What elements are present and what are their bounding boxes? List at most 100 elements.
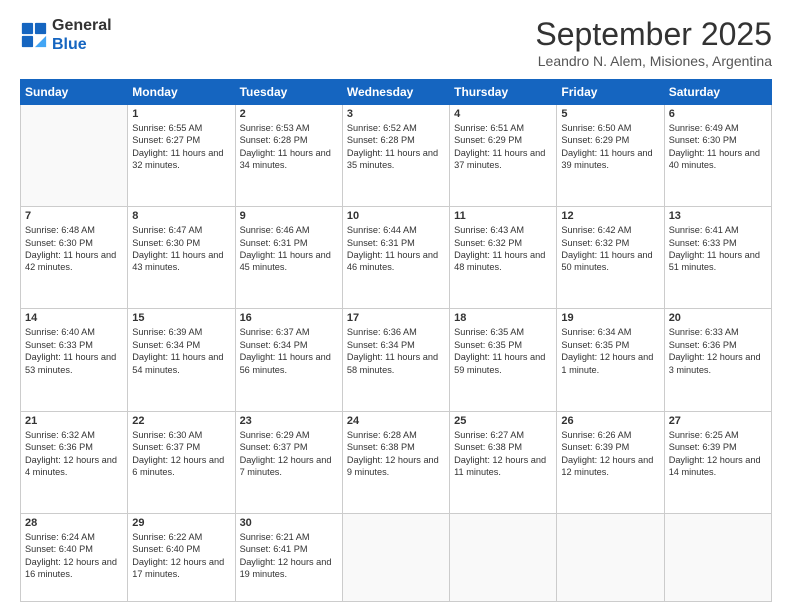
table-row: 30 Sunrise: 6:21 AMSunset: 6:41 PMDayligh…: [235, 513, 342, 601]
col-friday: Friday: [557, 80, 664, 105]
cell-info: Sunrise: 6:40 AMSunset: 6:33 PMDaylight:…: [25, 326, 123, 376]
table-row: [342, 513, 449, 601]
table-row: 4Sunrise: 6:51 AMSunset: 6:29 PMDaylight…: [450, 105, 557, 207]
table-row: 13Sunrise: 6:41 AMSunset: 6:33 PMDayligh…: [664, 207, 771, 309]
cell-info: Sunrise: 6:26 AMSunset: 6:39 PMDaylight:…: [561, 429, 659, 479]
cell-info: Sunrise: 6:30 AMSunset: 6:37 PMDaylight:…: [132, 429, 230, 479]
table-row: 12Sunrise: 6:42 AMSunset: 6:32 PMDayligh…: [557, 207, 664, 309]
table-row: [664, 513, 771, 601]
col-sunday: Sunday: [21, 80, 128, 105]
col-wednesday: Wednesday: [342, 80, 449, 105]
cell-info: Sunrise: 6:49 AMSunset: 6:30 PMDaylight:…: [669, 122, 767, 172]
table-row: [21, 105, 128, 207]
calendar-header-row: Sunday Monday Tuesday Wednesday Thursday…: [21, 80, 772, 105]
logo-icon: [20, 21, 48, 49]
day-number: 17: [347, 312, 445, 324]
table-row: 27 Sunrise: 6:25 AMSunset: 6:39 PMDayligh…: [664, 411, 771, 513]
cell-info: Sunrise: 6:22 AMSunset: 6:40 PMDaylight:…: [132, 531, 230, 581]
table-row: 20Sunrise: 6:33 AMSunset: 6:36 PMDayligh…: [664, 309, 771, 411]
cell-info: Sunrise: 6:35 AMSunset: 6:35 PMDaylight:…: [454, 326, 552, 376]
day-number: 19: [561, 312, 659, 324]
table-row: 5Sunrise: 6:50 AMSunset: 6:29 PMDaylight…: [557, 105, 664, 207]
header: General Blue September 2025 Leandro N. A…: [20, 16, 772, 69]
table-row: 6 Sunrise: 6:49 AMSunset: 6:30 PMDaylight…: [664, 105, 771, 207]
day-number: 21: [25, 415, 123, 427]
day-number: 27: [669, 415, 767, 427]
day-number: 26: [561, 415, 659, 427]
day-number: 8: [132, 210, 230, 222]
day-number: 23: [240, 415, 338, 427]
cell-info: Sunrise: 6:21 AMSunset: 6:41 PMDaylight:…: [240, 531, 338, 581]
cell-info: Sunrise: 6:52 AMSunset: 6:28 PMDaylight:…: [347, 122, 445, 172]
day-number: 13: [669, 210, 767, 222]
day-number: 7: [25, 210, 123, 222]
calendar-week-row: 1 Sunrise: 6:55 AMSunset: 6:27 PMDaylight…: [21, 105, 772, 207]
table-row: 21 Sunrise: 6:32 AMSunset: 6:36 PMDayligh…: [21, 411, 128, 513]
cell-info: Sunrise: 6:36 AMSunset: 6:34 PMDaylight:…: [347, 326, 445, 376]
cell-info: Sunrise: 6:25 AMSunset: 6:39 PMDaylight:…: [669, 429, 767, 479]
day-number: 15: [132, 312, 230, 324]
table-row: 24 Sunrise: 6:28 AMSunset: 6:38 PMDayligh…: [342, 411, 449, 513]
cell-info: Sunrise: 6:27 AMSunset: 6:38 PMDaylight:…: [454, 429, 552, 479]
cell-info: Sunrise: 6:47 AMSunset: 6:30 PMDaylight:…: [132, 224, 230, 274]
day-number: 25: [454, 415, 552, 427]
page: General Blue September 2025 Leandro N. A…: [0, 0, 792, 612]
table-row: 2 Sunrise: 6:53 AMSunset: 6:28 PMDaylight…: [235, 105, 342, 207]
day-number: 14: [25, 312, 123, 324]
cell-info: Sunrise: 6:37 AMSunset: 6:34 PMDaylight:…: [240, 326, 338, 376]
cell-info: Sunrise: 6:48 AMSunset: 6:30 PMDaylight:…: [25, 224, 123, 274]
day-number: 29: [132, 517, 230, 529]
cell-info: Sunrise: 6:55 AMSunset: 6:27 PMDaylight:…: [132, 122, 230, 172]
col-saturday: Saturday: [664, 80, 771, 105]
cell-info: Sunrise: 6:34 AMSunset: 6:35 PMDaylight:…: [561, 326, 659, 376]
table-row: 8 Sunrise: 6:47 AMSunset: 6:30 PMDaylight…: [128, 207, 235, 309]
day-number: 2: [240, 108, 338, 120]
month-title: September 2025: [535, 16, 772, 53]
day-number: 30: [240, 517, 338, 529]
location-subtitle: Leandro N. Alem, Misiones, Argentina: [535, 53, 772, 69]
table-row: 19 Sunrise: 6:34 AMSunset: 6:35 PMDayligh…: [557, 309, 664, 411]
col-monday: Monday: [128, 80, 235, 105]
calendar-week-row: 28Sunrise: 6:24 AMSunset: 6:40 PMDayligh…: [21, 513, 772, 601]
cell-info: Sunrise: 6:46 AMSunset: 6:31 PMDaylight:…: [240, 224, 338, 274]
table-row: 28Sunrise: 6:24 AMSunset: 6:40 PMDayligh…: [21, 513, 128, 601]
day-number: 6: [669, 108, 767, 120]
cell-info: Sunrise: 6:24 AMSunset: 6:40 PMDaylight:…: [25, 531, 123, 581]
day-number: 12: [561, 210, 659, 222]
cell-info: Sunrise: 6:28 AMSunset: 6:38 PMDaylight:…: [347, 429, 445, 479]
day-number: 5: [561, 108, 659, 120]
calendar-week-row: 14 Sunrise: 6:40 AMSunset: 6:33 PMDayligh…: [21, 309, 772, 411]
day-number: 16: [240, 312, 338, 324]
cell-info: Sunrise: 6:29 AMSunset: 6:37 PMDaylight:…: [240, 429, 338, 479]
day-number: 18: [454, 312, 552, 324]
day-number: 24: [347, 415, 445, 427]
cell-info: Sunrise: 6:33 AMSunset: 6:36 PMDaylight:…: [669, 326, 767, 376]
table-row: 10 Sunrise: 6:44 AMSunset: 6:31 PMDayligh…: [342, 207, 449, 309]
table-row: 1 Sunrise: 6:55 AMSunset: 6:27 PMDaylight…: [128, 105, 235, 207]
cell-info: Sunrise: 6:39 AMSunset: 6:34 PMDaylight:…: [132, 326, 230, 376]
day-number: 10: [347, 210, 445, 222]
day-number: 22: [132, 415, 230, 427]
calendar-table: Sunday Monday Tuesday Wednesday Thursday…: [20, 79, 772, 602]
day-number: 11: [454, 210, 552, 222]
day-number: 9: [240, 210, 338, 222]
logo-text: General: [52, 16, 112, 35]
table-row: 16 Sunrise: 6:37 AMSunset: 6:34 PMDayligh…: [235, 309, 342, 411]
table-row: 17 Sunrise: 6:36 AMSunset: 6:34 PMDayligh…: [342, 309, 449, 411]
table-row: [450, 513, 557, 601]
table-row: 11Sunrise: 6:43 AMSunset: 6:32 PMDayligh…: [450, 207, 557, 309]
table-row: 15 Sunrise: 6:39 AMSunset: 6:34 PMDayligh…: [128, 309, 235, 411]
logo: General Blue: [20, 16, 112, 54]
cell-info: Sunrise: 6:44 AMSunset: 6:31 PMDaylight:…: [347, 224, 445, 274]
logo-blue-text: Blue: [52, 35, 112, 54]
table-row: 7 Sunrise: 6:48 AMSunset: 6:30 PMDaylight…: [21, 207, 128, 309]
table-row: 26 Sunrise: 6:26 AMSunset: 6:39 PMDayligh…: [557, 411, 664, 513]
cell-info: Sunrise: 6:32 AMSunset: 6:36 PMDaylight:…: [25, 429, 123, 479]
col-thursday: Thursday: [450, 80, 557, 105]
calendar-week-row: 7 Sunrise: 6:48 AMSunset: 6:30 PMDaylight…: [21, 207, 772, 309]
day-number: 3: [347, 108, 445, 120]
col-tuesday: Tuesday: [235, 80, 342, 105]
cell-info: Sunrise: 6:53 AMSunset: 6:28 PMDaylight:…: [240, 122, 338, 172]
day-number: 1: [132, 108, 230, 120]
table-row: 23 Sunrise: 6:29 AMSunset: 6:37 PMDayligh…: [235, 411, 342, 513]
